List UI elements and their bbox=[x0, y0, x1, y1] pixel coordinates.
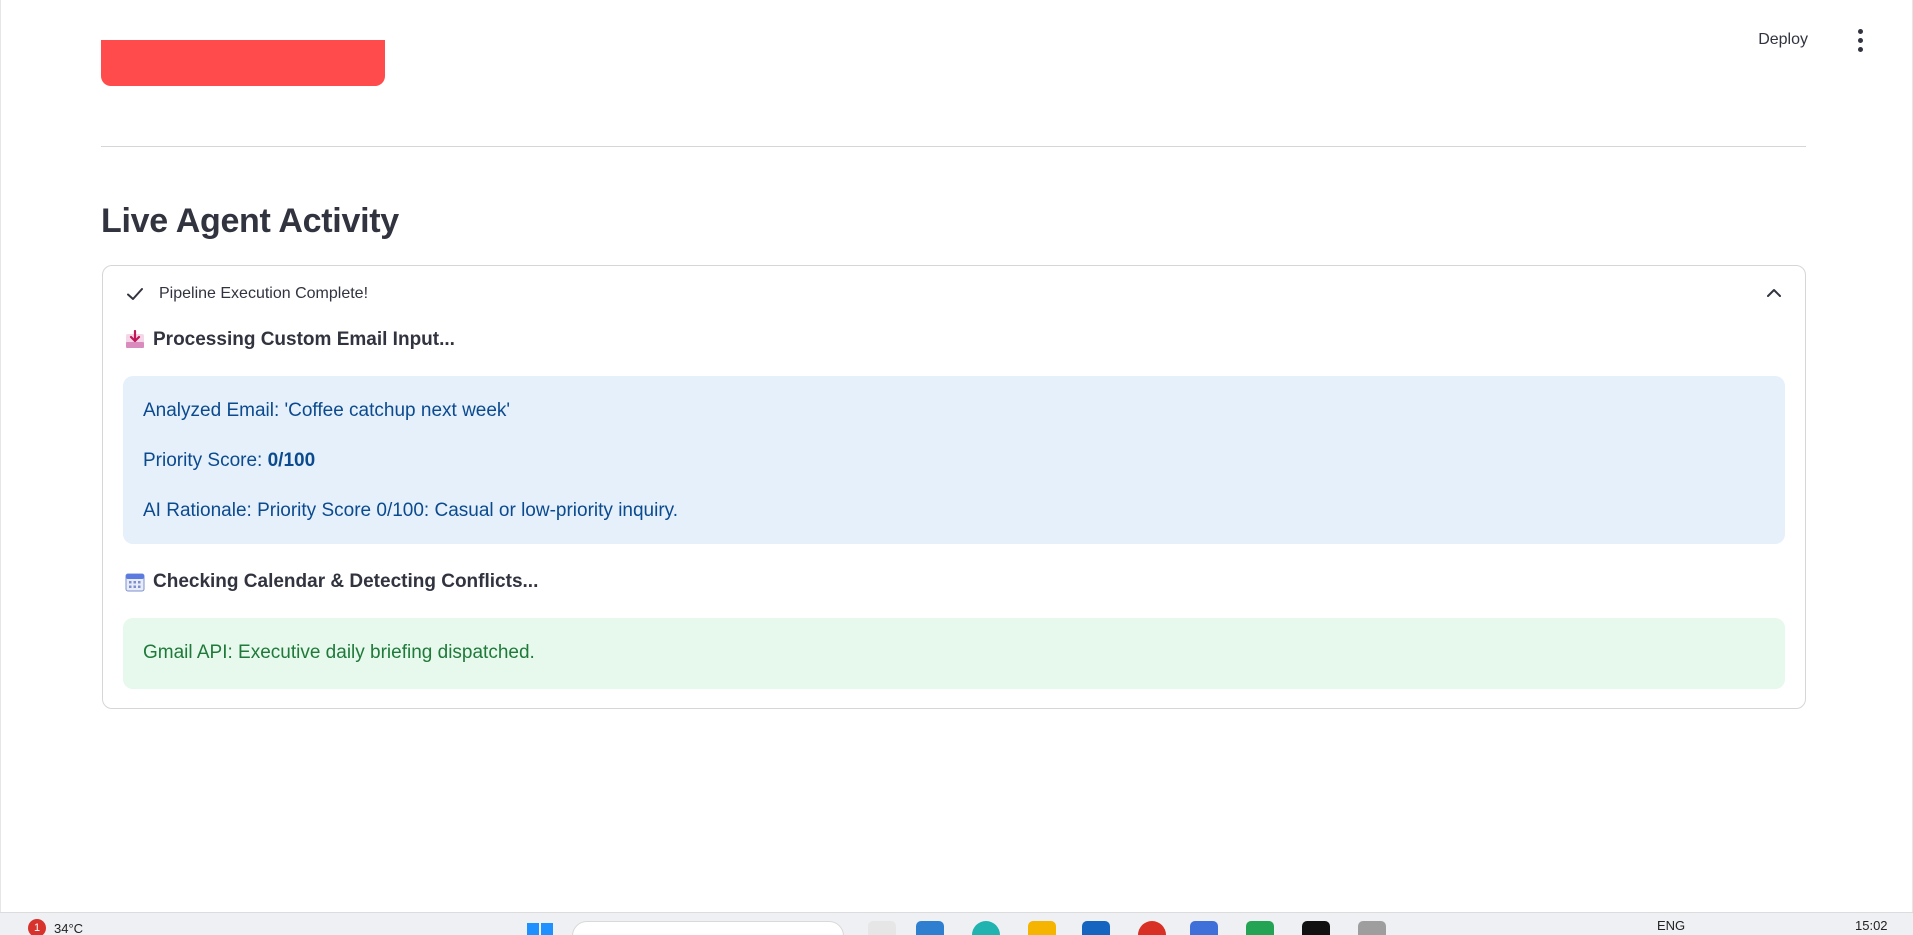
priority-score-value: 0/100 bbox=[267, 450, 316, 471]
weather-widget[interactable]: 1 34°C bbox=[28, 919, 83, 935]
step-processing-email: Processing Custom Email Input... bbox=[125, 329, 455, 351]
task-view-icon[interactable] bbox=[868, 921, 896, 935]
chevron-up-icon[interactable] bbox=[1765, 284, 1783, 302]
temperature-text: 34°C bbox=[54, 920, 84, 935]
store-icon[interactable] bbox=[916, 921, 944, 935]
clock[interactable]: 15:02 bbox=[1855, 918, 1888, 933]
step-text: Checking Calendar & Detecting Conflicts.… bbox=[153, 571, 539, 592]
vscode-icon[interactable] bbox=[1190, 921, 1218, 935]
os-taskbar: 1 34°C ENG 15:02 bbox=[0, 912, 1913, 935]
step-checking-calendar: Checking Calendar & Detecting Conflicts.… bbox=[125, 571, 538, 593]
analyzed-email-text: Analyzed Email: 'Coffee catchup next wee… bbox=[143, 400, 511, 421]
menu-dot bbox=[1857, 37, 1863, 43]
expander-label: Pipeline Execution Complete! bbox=[159, 285, 369, 302]
info-alert: Analyzed Email: 'Coffee catchup next wee… bbox=[123, 376, 1785, 544]
taskbar-search-input[interactable] bbox=[572, 921, 844, 935]
whatsapp-icon[interactable] bbox=[1246, 921, 1274, 935]
mail-icon[interactable] bbox=[1082, 921, 1110, 935]
language-indicator[interactable]: ENG bbox=[1657, 918, 1685, 933]
folder-icon[interactable] bbox=[1028, 921, 1056, 935]
priority-score-label: Priority Score: bbox=[143, 450, 268, 471]
priority-score-line: Priority Score: 0/100 bbox=[143, 450, 315, 472]
primary-action-button[interactable] bbox=[101, 40, 385, 86]
windows-start-icon[interactable] bbox=[525, 921, 555, 935]
deploy-button[interactable]: Deploy bbox=[1746, 24, 1820, 56]
app-icon[interactable] bbox=[1358, 921, 1386, 935]
success-alert: Gmail API: Executive daily briefing disp… bbox=[123, 618, 1785, 689]
weather-badge: 1 bbox=[28, 919, 46, 935]
ai-rationale-text: AI Rationale: Priority Score 0/100: Casu… bbox=[143, 500, 679, 521]
check-icon bbox=[127, 288, 143, 300]
menu-dot bbox=[1857, 28, 1863, 34]
status-expander: Pipeline Execution Complete! Processing … bbox=[102, 265, 1806, 709]
menu-dot bbox=[1857, 46, 1863, 52]
calendar-icon bbox=[125, 573, 145, 592]
kebab-menu-icon[interactable] bbox=[1848, 26, 1872, 54]
expander-header[interactable]: Pipeline Execution Complete! bbox=[103, 266, 1805, 322]
step-text: Processing Custom Email Input... bbox=[153, 329, 455, 350]
chrome-icon[interactable] bbox=[1138, 921, 1166, 935]
streamlit-app: Deploy Live Agent Activity Pipeline Exec… bbox=[0, 0, 1913, 912]
success-message: Gmail API: Executive daily briefing disp… bbox=[143, 642, 535, 663]
divider bbox=[101, 146, 1806, 147]
section-title: Live Agent Activity bbox=[101, 202, 399, 240]
terminal-icon[interactable] bbox=[1302, 921, 1330, 935]
inbox-tray-icon bbox=[126, 330, 144, 348]
browser-icon[interactable] bbox=[972, 921, 1000, 935]
